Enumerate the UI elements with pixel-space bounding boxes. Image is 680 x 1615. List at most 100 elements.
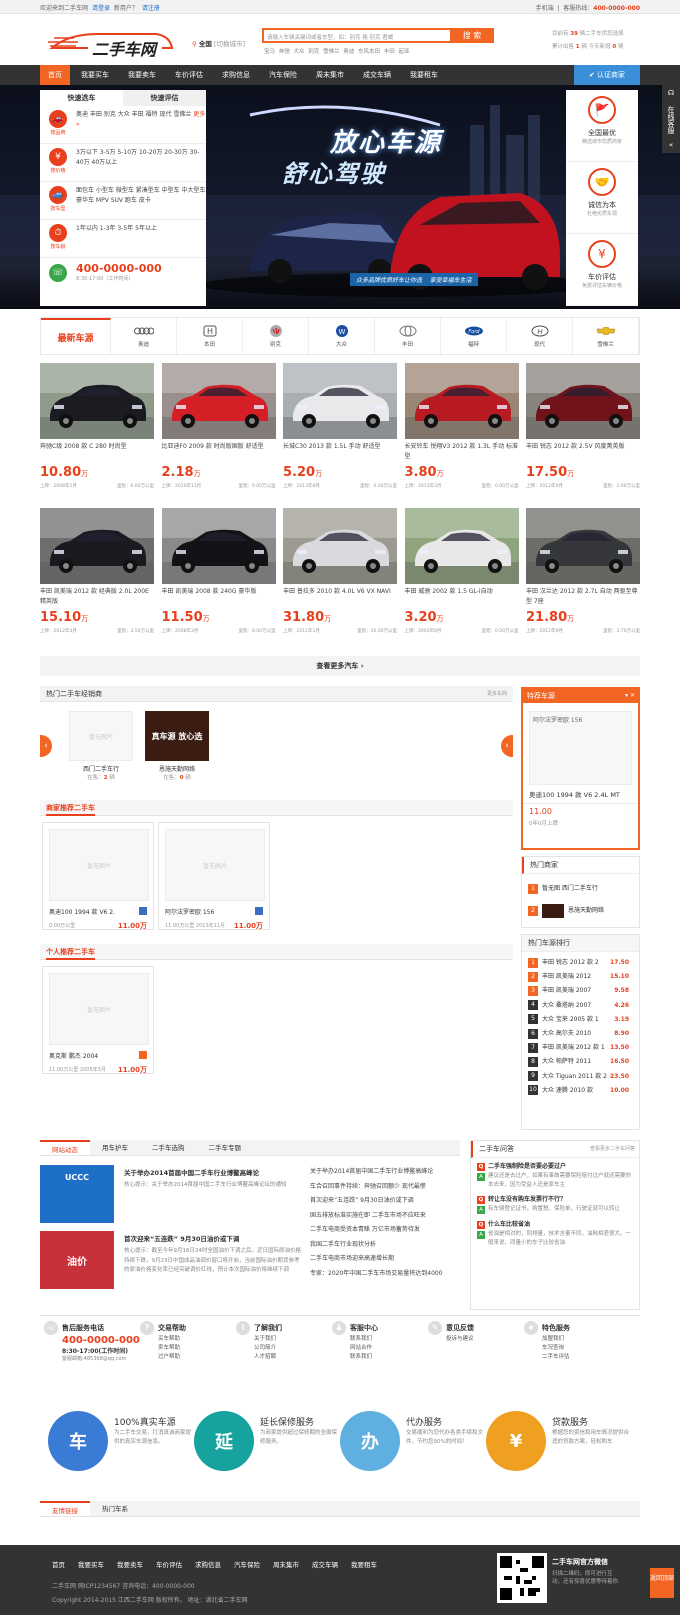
car-name[interactable]: 长安铃车 悦翔V3 2012 款 1.3L 手动 标准型 (405, 442, 519, 462)
mobile-link[interactable]: 手机端 (536, 5, 554, 12)
rank-item[interactable]: 9 大众 Tiguan 2011 款 2 23.50 (528, 1070, 633, 1084)
qa-item[interactable]: Q 转让车没有购车发票行不行？ A 有车辆登记证书，购置税、保险单，行驶证就可以转让 (477, 1195, 633, 1214)
footer-nav-item[interactable]: 汽车保险 (234, 1559, 260, 1569)
dealer-name[interactable]: 恩施天勤网络 (142, 764, 212, 773)
dealer-card[interactable]: 真车源 放心选 恩施天勤网络 在售：0 辆 (142, 708, 212, 792)
car-photo[interactable] (161, 363, 276, 439)
quick-row-options[interactable]: 1年以内 1-3年 3-5年 5年以上 (76, 224, 206, 253)
rank-item[interactable]: 5 大众 宝来 2005 款 1 3.19 (528, 1013, 633, 1027)
car-photo[interactable] (526, 508, 640, 584)
hot-merchant-item[interactable]: 1 暂无图 西门二手车行 (528, 878, 633, 900)
nav-item[interactable]: 我要买车 (73, 65, 117, 85)
car-card[interactable]: 丰田 凯美瑞 2012 款 经典版 2.0L 200E 精英版 15.10万 上… (40, 508, 154, 634)
car-photo[interactable] (40, 363, 154, 439)
service-link[interactable]: 投诉与建议 (428, 1335, 524, 1344)
footer-nav-item[interactable]: 我要卖车 (117, 1559, 143, 1569)
city-switch[interactable]: [切换城市] (214, 40, 245, 48)
qa-item[interactable]: Q 什么车比较省油 A 省油是相对的，同排量，技术含量不同，油耗相差很大。一般来说，… (477, 1220, 633, 1247)
search-input[interactable]: 请输入车辆关键词或者车型，如：别克 格 别克 君威 (262, 28, 452, 43)
rank-item[interactable]: 8 大众 帕萨特 2011 16.50 (528, 1055, 633, 1069)
car-card[interactable]: 丰田 凯美瑞 2008 款 240G 豪华版 11.50万 上牌：2008年3月… (161, 508, 276, 634)
service-link[interactable]: 过户帮助 (140, 1353, 236, 1362)
news-thumb[interactable]: 油价 (40, 1231, 114, 1289)
car-photo[interactable] (526, 363, 640, 439)
hot-merchant-item[interactable]: 2 恩施天勤网络 (528, 900, 633, 922)
rank-item[interactable]: 10 大众 速腾 2010 款 10.00 (528, 1084, 633, 1098)
footer-nav-item[interactable]: 首页 (52, 1559, 65, 1569)
car-photo-placeholder[interactable]: 暂无图片 (49, 829, 149, 901)
car-photo-placeholder[interactable]: 暂无图片 (165, 829, 265, 901)
car-name[interactable]: 丰田 锐志 2012 款 2.5V 风度菁英版 (526, 442, 640, 462)
site-logo[interactable]: 二手车网 (48, 26, 176, 60)
link-tab[interactable]: 热门车系 (90, 1501, 140, 1516)
login-link[interactable]: 请登录 (92, 5, 110, 12)
car-card[interactable]: 丰田 威驰 2002 款 1.5 GL-i自动 3.20万 上牌：2003年9月… (404, 508, 519, 634)
dealers-more-link[interactable]: 更多车商 (487, 686, 507, 702)
service-link[interactable]: 卖车帮助 (140, 1344, 236, 1353)
car-name[interactable]: 奥克斯 鹏杰 2004 (43, 1051, 153, 1060)
news-list-item[interactable]: 我国二手车行业现状分析 (310, 1238, 460, 1253)
search-button[interactable]: 搜 索 (450, 28, 494, 43)
feature-item[interactable]: ¥ 车价评估 免费评估车辆价格 (566, 234, 638, 306)
service-link[interactable]: 联系我们 (332, 1353, 428, 1362)
verified-merchant-button[interactable]: ✔ 认证商家 (574, 65, 640, 85)
car-name[interactable]: 比亚迪F0 2009 款 时尚版国版 舒适型 (162, 442, 276, 462)
news-list-item[interactable]: 首次迎来“五连跌” 9月30日油价或下调 (310, 1194, 460, 1209)
car-card[interactable]: 奔驰C级 2008 款 C 280 时尚型 10.80万 上牌：2008年1月 里… (40, 363, 154, 489)
news-list-item[interactable]: 关于举办2014首届中国二手车行业博鳌高峰论 (310, 1165, 460, 1180)
tab-quick-select[interactable]: 快速选车 (40, 90, 123, 106)
car-name[interactable]: 丰田 普拉多 2010 款 4.0L V6 VX NAVI (283, 587, 397, 607)
brand-tab-toyota[interactable]: 丰田 (375, 318, 441, 354)
news-list-item[interactable]: 二手车电商市场迎来高速增长期 (310, 1252, 460, 1267)
nav-item[interactable]: 我要卖车 (120, 65, 164, 85)
car-card[interactable]: 丰田 汉兰达 2012 款 2.7L 自动 两驱至尊型 7座 21.80万 上牌… (526, 508, 640, 634)
service-link[interactable]: 人才招聘 (236, 1353, 332, 1362)
news-tab[interactable]: 网站动态 (40, 1140, 90, 1155)
nav-item[interactable]: 我要租车 (402, 65, 446, 85)
car-card[interactable]: 比亚迪F0 2009 款 时尚版国版 舒适型 2.18万 上牌：2010年11月… (161, 363, 276, 489)
car-name[interactable]: 奔驰C级 2008 款 C 280 时尚型 (40, 442, 154, 462)
car-name[interactable]: 丰田 凯美瑞 2008 款 240G 豪华版 (162, 587, 276, 607)
car-card[interactable]: 丰田 锐志 2012 款 2.5V 风度菁英版 17.50万 上牌：2012年9… (526, 363, 640, 489)
register-link[interactable]: 请注册 (142, 5, 160, 12)
news-tab[interactable]: 用车护车 (90, 1140, 140, 1155)
promo-item[interactable]: 办 代办服务 交易顺利为您代办各类手续和文件，节约您90%的时间！ (340, 1411, 490, 1475)
brand-tab-honda[interactable]: H 本田 (177, 318, 243, 354)
car-name[interactable]: 阿尔法罗密欧 156 (159, 907, 269, 916)
car-photo[interactable] (40, 508, 154, 584)
qa-more-link[interactable]: 查看更多二手车问答 (590, 1141, 635, 1157)
car-photo[interactable] (404, 363, 519, 439)
news-list-item[interactable]: 车合召回事件持续：奔驰召回额少 现代最惨 (310, 1180, 460, 1195)
city-selector[interactable]: ⚲ 全国 [切换城市] (192, 38, 245, 48)
dealer-name[interactable]: 西门二手车行 (66, 764, 136, 773)
dealer-logo[interactable]: 暂无图片 (69, 711, 133, 761)
rank-item[interactable]: 4 大众 桑塔纳 2007 4.26 (528, 999, 633, 1013)
footer-nav-item[interactable]: 车价评估 (156, 1559, 182, 1569)
rank-item[interactable]: 2 丰田 凯美瑞 2012 15.10 (528, 970, 633, 984)
car-name[interactable]: 丰田 凯美瑞 2012 款 经典版 2.0L 200E 精英版 (40, 587, 154, 607)
news-list-item[interactable]: 专家：2020年中国二手车市场交易量将达到4000 (310, 1267, 460, 1282)
nav-item[interactable]: 周末集市 (308, 65, 352, 85)
promo-item[interactable]: 延 延长保修服务 为商家提供超过保修期的全面保修服务。 (194, 1411, 344, 1475)
service-link[interactable]: 公司简介 (236, 1344, 332, 1353)
news-tab[interactable]: 二手车专题 (197, 1140, 254, 1155)
news-list-item[interactable]: 二手车电商受资本青睐 万亿市场蓄势待发 (310, 1223, 460, 1238)
recommend-car-card[interactable]: 暂无图片 奥迪100 1994 款 V6 2. 0.00万公里 11.00万 (42, 822, 154, 930)
car-card[interactable]: 长安铃车 悦翔V3 2012 款 1.3L 手动 标准型 3.80万 上牌：20… (404, 363, 519, 489)
car-name[interactable]: 丰田 汉兰达 2012 款 2.7L 自动 两驱至尊型 7座 (526, 587, 640, 607)
rank-item[interactable]: 1 丰田 锐志 2012 款 2 17.50 (528, 956, 633, 970)
car-name[interactable]: 丰田 威驰 2002 款 1.5 GL-i自动 (405, 587, 519, 607)
nav-item[interactable]: 首页 (40, 65, 70, 85)
feature-item[interactable]: 🤝 诚信为本 杜绝劣质车源 (566, 162, 638, 234)
recommend-car-card[interactable]: 暂无图片 阿尔法罗密欧 156 11.00万公里 2013年11月 11.00万 (158, 822, 270, 930)
brand-tab-hyundai[interactable]: H 现代 (507, 318, 573, 354)
news-tab[interactable]: 二手车选购 (140, 1140, 197, 1155)
rank-item[interactable]: 3 丰田 凯美瑞 2007 9.58 (528, 984, 633, 998)
news-title[interactable]: 关于举办2014首届中国二手车行业博鳌高峰论 (124, 1167, 304, 1177)
dealers-next-arrow[interactable]: › (501, 735, 513, 757)
service-link[interactable]: 车况查询 (524, 1344, 620, 1353)
tab-quick-evaluate[interactable]: 快速评估 (123, 90, 206, 106)
brand-tab-chevrolet[interactable]: 雪佛兰 (573, 318, 639, 354)
car-photo[interactable] (404, 508, 519, 584)
online-service-tab[interactable]: ☊ 在线客服 « (662, 85, 680, 153)
